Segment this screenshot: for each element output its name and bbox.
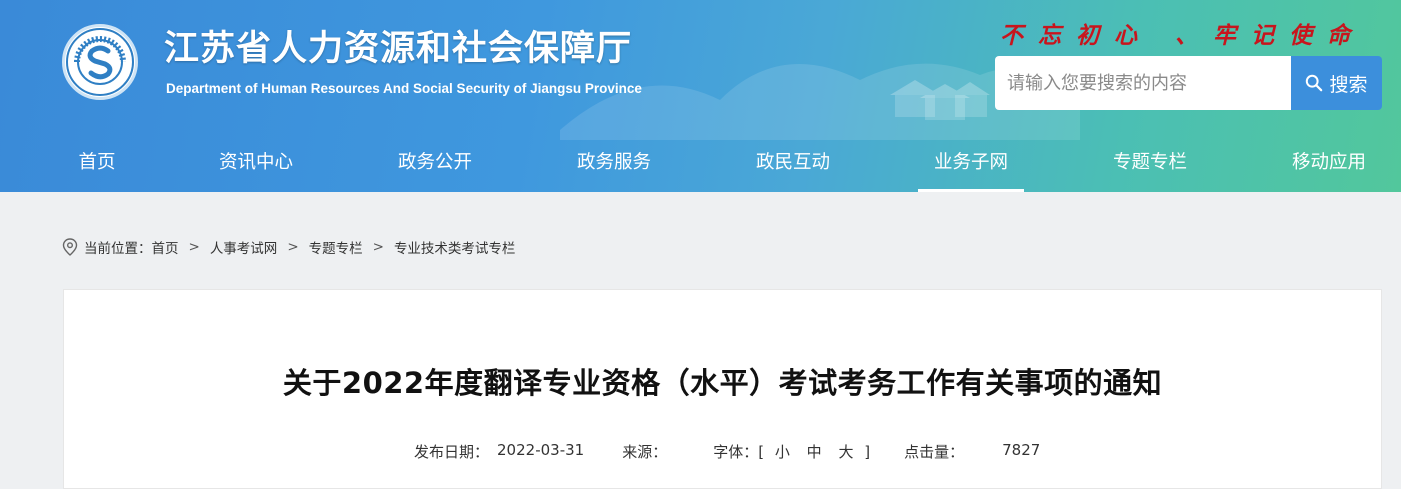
nav-item-mobile[interactable]: 移动应用 [1285, 140, 1373, 192]
nav-item-gov-service[interactable]: 政务服务 [570, 140, 658, 192]
logo-emblem-icon [66, 28, 134, 96]
publish-date: 2022-03-31 [497, 441, 585, 459]
breadcrumb-separator: > [287, 239, 299, 255]
site-header: 江苏省人力资源和社会保障厅 Department of Human Resour… [0, 0, 1401, 192]
site-subtitle: Department of Human Resources And Social… [166, 81, 642, 96]
location-pin-icon [62, 238, 78, 256]
breadcrumb-separator: > [188, 239, 200, 255]
main-nav: 首页 资讯中心 政务公开 政务服务 政民互动 业务子网 专题专栏 移动应用 [0, 140, 1401, 192]
publish-date-label: 发布日期： [414, 443, 490, 461]
search-input[interactable] [995, 56, 1291, 110]
slogan: 不忘初心 、牢记使命 [1000, 22, 1366, 49]
nav-item-gov-open[interactable]: 政务公开 [391, 140, 479, 192]
font-medium-button[interactable]: 中 [807, 443, 822, 461]
site-title: 江苏省人力资源和社会保障厅 [164, 29, 633, 69]
breadcrumb-professional-exam[interactable]: 专业技术类考试专栏 [394, 237, 516, 257]
article-title: 关于2022年度翻译专业资格（水平）考试考务工作有关事项的通知 [282, 366, 1163, 400]
font-size-control: 字体：[ 小 中 大 ] [713, 441, 870, 462]
search-button-label: 搜索 [1329, 73, 1368, 96]
breadcrumb: 当前位置： 首页 > 人事考试网 > 专题专栏 > 专业技术类考试专栏 [62, 236, 515, 258]
article-panel: 关于2022年度翻译专业资格（水平）考试考务工作有关事项的通知 发布日期： 20… [63, 289, 1382, 489]
nav-item-home[interactable]: 首页 [72, 140, 122, 192]
nav-item-interaction[interactable]: 政民互动 [749, 140, 837, 192]
source-value [673, 441, 703, 462]
breadcrumb-prefix: 当前位置： [84, 241, 152, 257]
nav-item-business-subnet[interactable]: 业务子网 [918, 140, 1024, 192]
breadcrumb-exam-site[interactable]: 人事考试网 [210, 237, 278, 257]
views-label: 点击量： [904, 443, 965, 461]
breadcrumb-separator: > [372, 239, 384, 255]
font-large-button[interactable]: 大 [838, 443, 853, 461]
breadcrumb-topics[interactable]: 专题专栏 [309, 237, 363, 257]
article-meta: 发布日期： 2022-03-31 来源： 字体：[ 小 中 大 ] 点击量： 7… [414, 441, 1040, 462]
nav-item-news[interactable]: 资讯中心 [212, 140, 300, 192]
font-size-label: 字体：[ [713, 443, 765, 461]
source-label: 来源： [622, 443, 668, 461]
views-count: 7827 [1002, 441, 1041, 459]
search-icon [1306, 74, 1323, 92]
breadcrumb-home[interactable]: 首页 [152, 237, 179, 257]
site-logo[interactable] [62, 24, 138, 100]
nav-item-topics[interactable]: 专题专栏 [1106, 140, 1194, 192]
search-box: 搜索 [995, 56, 1382, 110]
font-small-button[interactable]: 小 [775, 443, 790, 461]
font-size-close: ] [864, 443, 871, 461]
search-button[interactable]: 搜索 [1291, 56, 1382, 110]
